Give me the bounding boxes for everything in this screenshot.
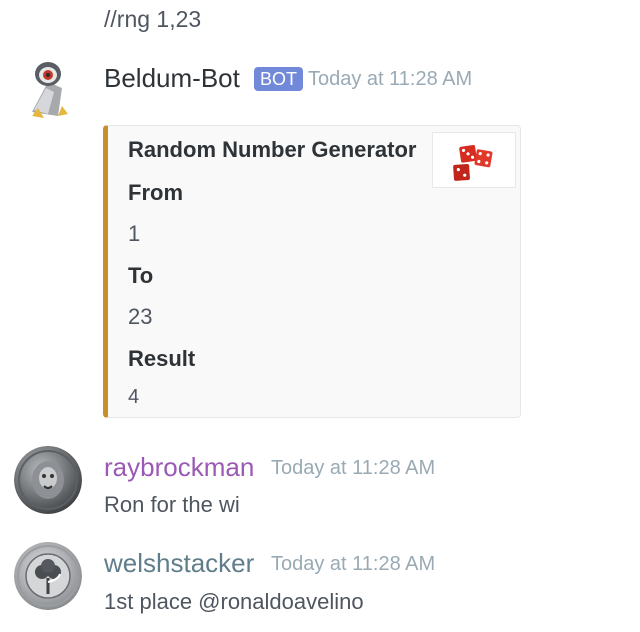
field-value-to: 23 [128,304,153,329]
rng-embed: Random Number Generator From 1 To 23 Res… [103,125,521,418]
bot-timestamp: Today at 11:28 AM [308,68,473,90]
field-name-to: To [128,263,154,288]
welshstacker-timestamp: Today at 11:28 AM [271,553,436,575]
welshstacker-avatar[interactable] [14,542,82,610]
bot-badge: BOT [254,67,304,91]
field-value-result: 4 [128,386,140,408]
field-name-from: From [128,180,183,205]
lion-coin-avatar-icon [14,446,82,514]
bot-username[interactable]: Beldum-Bot [104,63,240,94]
command-message-text: //rng 1,23 [104,6,202,32]
beldum-avatar-icon [18,54,86,122]
bot-avatar[interactable] [18,54,86,122]
raybrockman-message-text: Ron for the wi [104,492,240,517]
welshstacker-username-text[interactable]: welshstacker [104,548,254,578]
dice-icon [453,145,493,181]
field-name-result: Result [128,346,196,371]
raybrockman-username-text[interactable]: raybrockman [104,452,254,482]
embed-thumbnail[interactable] [432,132,516,188]
field-value-from: 1 [128,221,141,246]
embed-title: Random Number Generator [128,137,417,162]
raybrockman-username[interactable]: raybrockman [104,452,254,483]
welshstacker-username[interactable]: welshstacker [104,548,254,579]
tree-coin-avatar-icon [14,542,82,610]
raybrockman-timestamp: Today at 11:28 AM [271,457,436,479]
raybrockman-avatar[interactable] [14,446,82,514]
welshstacker-message-text: 1st place @ronaldoavelino [104,589,364,614]
